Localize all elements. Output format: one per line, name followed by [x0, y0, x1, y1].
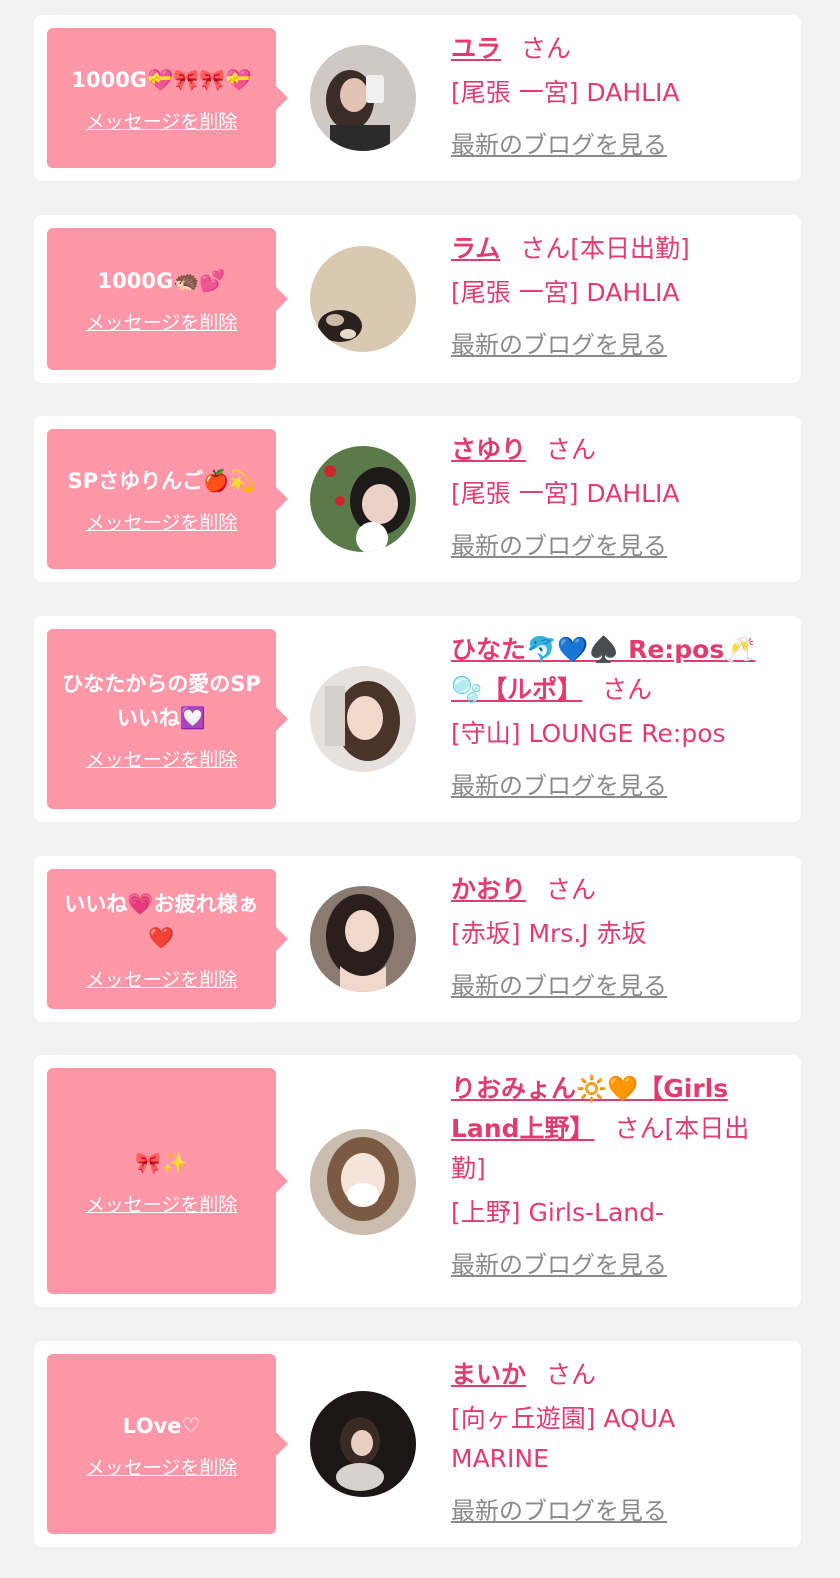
user-name-link[interactable]: ユラ	[451, 34, 501, 63]
avatar[interactable]	[310, 45, 416, 151]
latest-blog-link[interactable]: 最新のブログを見る	[451, 766, 667, 801]
user-info: かおり さん [赤坂] Mrs.J 赤坂 最新のブログを見る	[451, 870, 781, 1001]
message-text: 🎀✨	[135, 1150, 188, 1175]
honorific: さん	[614, 1114, 665, 1143]
name-line: さゆり さん	[451, 430, 781, 470]
avatar[interactable]	[310, 1129, 416, 1235]
name-line: ユラ さん	[451, 29, 781, 69]
user-name-link[interactable]: ラム	[451, 234, 500, 263]
avatar[interactable]	[310, 886, 416, 992]
user-name-link[interactable]: さゆり	[451, 435, 526, 464]
avatar[interactable]	[310, 446, 416, 552]
latest-blog-link[interactable]: 最新のブログを見る	[451, 1245, 667, 1280]
message-bubble: ひなたからの愛のSPいいね💟 メッセージを削除	[47, 629, 288, 809]
message-bubble: 🎀✨ メッセージを削除	[47, 1068, 288, 1294]
message-bubble: いいね💗お疲れ様ぁ❤️ メッセージを削除	[47, 869, 288, 1009]
name-line: ひなた🐬💙♠️ Re:pos🥂🫧【ルポ】 さん	[451, 630, 781, 710]
user-info: まいか さん [向ヶ丘遊園] AQUA MARINE 最新のブログを見る	[451, 1355, 781, 1526]
avatar[interactable]	[310, 246, 416, 352]
latest-blog-link[interactable]: 最新のブログを見る	[451, 125, 667, 160]
name-line: ラム さん[本日出勤]	[451, 229, 781, 269]
delete-message-link[interactable]: メッセージを削除	[86, 965, 238, 992]
user-info: ひなた🐬💙♠️ Re:pos🥂🫧【ルポ】 さん [守山] LOUNGE Re:po…	[451, 630, 781, 801]
user-name-link[interactable]: まいか	[451, 1360, 526, 1389]
list-item: ひなたからの愛のSPいいね💟 メッセージを削除 ひなた🐬💙♠️ Re:pos🥂🫧…	[34, 616, 801, 822]
delete-message-link[interactable]: メッセージを削除	[86, 745, 238, 772]
delete-message-link[interactable]: メッセージを削除	[86, 508, 238, 535]
delete-message-link[interactable]: メッセージを削除	[86, 308, 238, 335]
message-text: ᒪOve♡	[122, 1413, 201, 1438]
delete-message-link[interactable]: メッセージを削除	[86, 107, 238, 134]
list-item: 🎀✨ メッセージを削除 りおみょん🔆🧡【Girls Land上野】 さん[本日出勤…	[34, 1055, 801, 1307]
latest-blog-link[interactable]: 最新のブログを見る	[451, 526, 667, 561]
latest-blog-link[interactable]: 最新のブログを見る	[451, 325, 667, 360]
shop-name: [守山] LOUNGE Re:pos	[451, 719, 726, 748]
avatar[interactable]	[310, 1391, 416, 1497]
latest-blog-link[interactable]: 最新のブログを見る	[451, 966, 667, 1001]
shop-name: [尾張 一宮] DAHLIA	[451, 479, 680, 508]
message-list: 1000G💝🎀🎀💝 メッセージを削除 ユラ さん [尾張 一宮] DAHLIA 最…	[0, 0, 840, 1578]
status-badge: [本日出勤]	[570, 234, 690, 263]
shop-name: [尾張 一宮] DAHLIA	[451, 278, 680, 307]
message-bubble: SPさゆりんご🍎💫 メッセージを削除	[47, 429, 288, 569]
honorific: さん	[546, 875, 597, 904]
message-text: 1000G🦔💕	[97, 268, 226, 293]
list-item: ᒪOve♡ メッセージを削除 まいか さん [向ヶ丘遊園] AQUA MARINE…	[34, 1341, 801, 1547]
user-info: ラム さん[本日出勤] [尾張 一宮] DAHLIA 最新のブログを見る	[451, 229, 781, 360]
user-info: りおみょん🔆🧡【Girls Land上野】 さん[本日出勤] [上野] Girls…	[451, 1069, 781, 1280]
shop-name: [向ヶ丘遊園] AQUA MARINE	[451, 1404, 676, 1473]
name-line: りおみょん🔆🧡【Girls Land上野】 さん[本日出勤]	[451, 1069, 781, 1189]
delete-message-link[interactable]: メッセージを削除	[86, 1453, 238, 1480]
list-item: いいね💗お疲れ様ぁ❤️ メッセージを削除 かおり さん [赤坂] Mrs.J 赤坂…	[34, 856, 801, 1022]
shop-name: [赤坂] Mrs.J 赤坂	[451, 919, 647, 948]
latest-blog-link[interactable]: 最新のブログを見る	[451, 1491, 667, 1526]
list-item: 1000G💝🎀🎀💝 メッセージを削除 ユラ さん [尾張 一宮] DAHLIA 最…	[34, 15, 801, 181]
message-bubble: 1000G💝🎀🎀💝 メッセージを削除	[47, 28, 288, 168]
user-name-link[interactable]: かおり	[451, 875, 526, 904]
user-info: さゆり さん [尾張 一宮] DAHLIA 最新のブログを見る	[451, 430, 781, 561]
message-text: SPさゆりんご🍎💫	[67, 468, 256, 493]
honorific: さん	[602, 675, 653, 704]
message-bubble: ᒪOve♡ メッセージを削除	[47, 1354, 288, 1534]
list-item: SPさゆりんご🍎💫 メッセージを削除 さゆり さん [尾張 一宮] DAHLIA …	[34, 416, 801, 582]
user-info: ユラ さん [尾張 一宮] DAHLIA 最新のブログを見る	[451, 29, 781, 160]
honorific: さん	[520, 234, 571, 263]
message-text: いいね💗お疲れ様ぁ❤️	[64, 891, 259, 950]
message-bubble: 1000G🦔💕 メッセージを削除	[47, 228, 288, 370]
message-text: 1000G💝🎀🎀💝	[71, 67, 252, 92]
list-item: 1000G🦔💕 メッセージを削除 ラム さん[本日出勤] [尾張 一宮] DAHL…	[34, 215, 801, 383]
honorific: さん	[546, 435, 597, 464]
honorific: さん	[521, 34, 572, 63]
delete-message-link[interactable]: メッセージを削除	[86, 1190, 238, 1217]
shop-name: [尾張 一宮] DAHLIA	[451, 78, 680, 107]
honorific: さん	[546, 1360, 597, 1389]
avatar[interactable]	[310, 666, 416, 772]
name-line: かおり さん	[451, 870, 781, 910]
message-text: ひなたからの愛のSPいいね💟	[62, 671, 261, 730]
shop-name: [上野] Girls-Land-	[451, 1198, 665, 1227]
name-line: まいか さん	[451, 1355, 781, 1395]
